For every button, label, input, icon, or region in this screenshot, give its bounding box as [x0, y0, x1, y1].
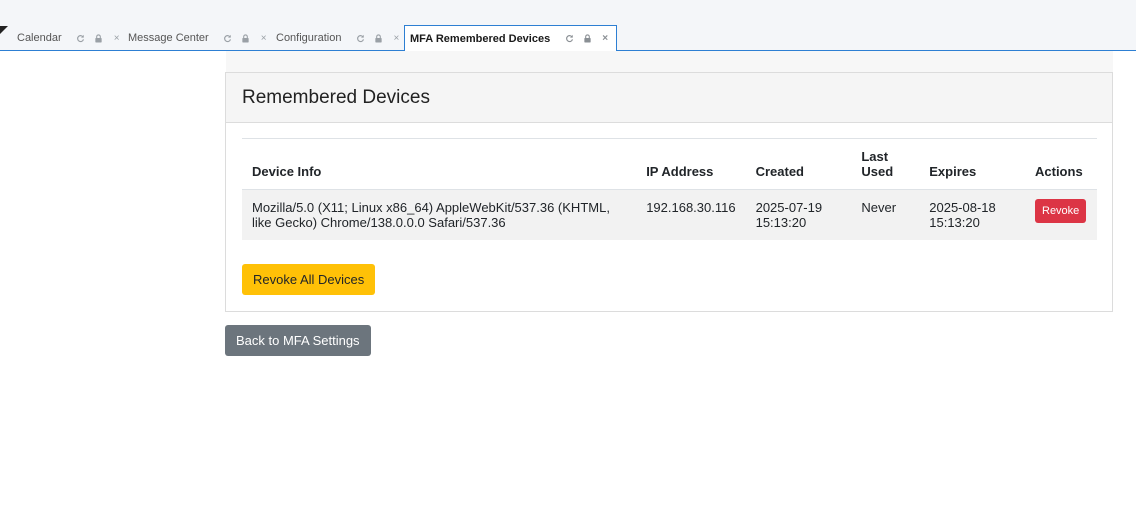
table-header-row: Device Info IP Address Created Last Used… [242, 138, 1097, 190]
refresh-icon[interactable] [72, 34, 90, 43]
column-header-created: Created [745, 138, 852, 190]
expires-cell: 2025-08-18 15:13:20 [919, 189, 1025, 240]
back-to-mfa-settings-button[interactable]: Back to MFA Settings [225, 325, 371, 356]
column-header-expires: Expires [919, 138, 1025, 190]
last-used-cell: Never [851, 189, 920, 240]
tab-label: MFA Remembered Devices [410, 32, 551, 45]
revoke-all-devices-button[interactable]: Revoke All Devices [242, 264, 376, 295]
page-title: Remembered Devices [242, 86, 430, 108]
actions-cell: Revoke [1025, 189, 1097, 240]
content-top-strip [226, 51, 1113, 72]
tab-configuration[interactable]: Configuration × [263, 25, 405, 51]
remembered-devices-card: Remembered Devices Device Info IP Addres… [225, 72, 1113, 312]
tab-bar: Calendar × Message Center × Configuratio… [0, 0, 1136, 52]
lock-icon[interactable] [578, 34, 596, 43]
refresh-icon[interactable] [351, 34, 369, 43]
lock-icon[interactable] [369, 33, 387, 43]
device-info-cell: Mozilla/5.0 (X11; Linux x86_64) AppleWeb… [242, 189, 637, 240]
table-row: Mozilla/5.0 (X11; Linux x86_64) AppleWeb… [242, 189, 1097, 240]
lock-icon[interactable] [90, 33, 108, 43]
tab-label: Calendar [17, 32, 62, 44]
column-header-ip-address: IP Address [636, 138, 746, 190]
close-icon[interactable]: × [387, 33, 405, 44]
ip-address-cell: 192.168.30.116 [636, 189, 746, 240]
lock-icon[interactable] [237, 33, 255, 43]
refresh-icon[interactable] [560, 34, 578, 43]
created-cell: 2025-07-19 15:13:20 [745, 189, 852, 240]
column-header-actions: Actions [1025, 138, 1097, 190]
column-header-device-info: Device Info [242, 138, 637, 190]
tab-label: Configuration [276, 32, 342, 44]
tab-message-center[interactable]: Message Center × [115, 25, 273, 51]
close-icon[interactable]: × [596, 33, 614, 44]
card-header: Remembered Devices [226, 73, 1112, 123]
refresh-icon[interactable] [219, 34, 237, 43]
tab-mfa-remembered-devices[interactable]: MFA Remembered Devices × [404, 25, 617, 52]
tab-label: Message Center [128, 32, 209, 44]
revoke-button[interactable]: Revoke [1035, 199, 1087, 223]
column-header-last-used: Last Used [851, 138, 920, 190]
devices-table: Device Info IP Address Created Last Used… [242, 138, 1097, 240]
tab-calendar[interactable]: Calendar × [4, 25, 126, 51]
